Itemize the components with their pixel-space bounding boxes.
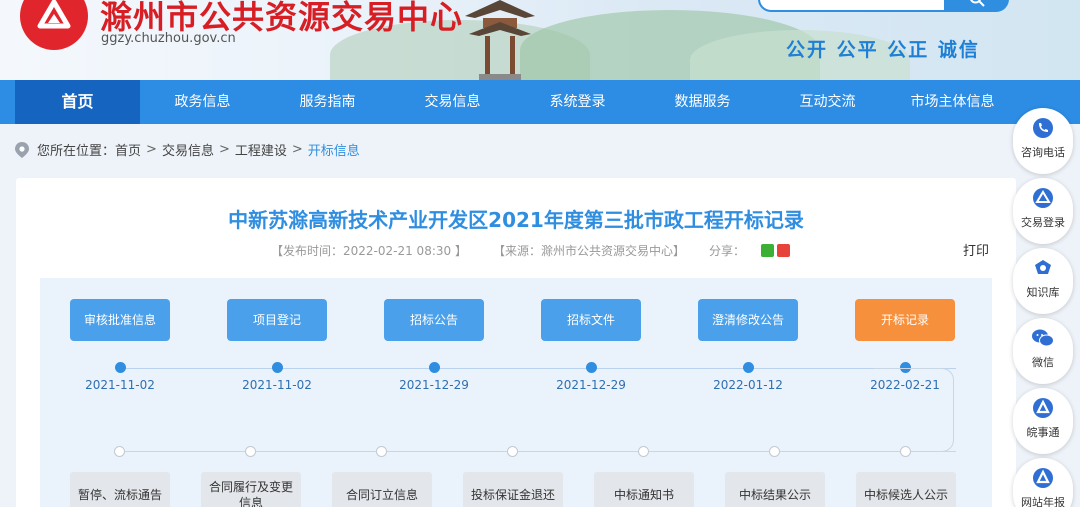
timeline-dot	[743, 362, 754, 373]
site-header: 滁州市公共资源交易中心 ggzy.chuzhou.gov.cn 公开 公平 公正…	[0, 0, 1080, 80]
stage-date: 2022-01-12	[713, 378, 783, 392]
lower-timeline-dot	[376, 446, 387, 457]
print-button[interactable]: 打印	[963, 240, 989, 259]
site-slogan: 公开 公平 公正 诚信	[786, 39, 980, 61]
search-button[interactable]	[945, 0, 1009, 12]
stage-button-contract-signing[interactable]: 合同订立信息	[332, 472, 432, 507]
side-item-label: 咨询电话	[1021, 146, 1065, 159]
lower-timeline-dot	[900, 446, 911, 457]
location-pin-icon	[15, 141, 29, 158]
breadcrumb-link-engineering[interactable]: 工程建设	[235, 140, 287, 159]
article-meta: 【发布时间：2022-02-21 08:30 】 【来源：滁州市公共资源交易中心…	[271, 242, 793, 259]
timeline-dot	[429, 362, 440, 373]
nav-item-system-login[interactable]: 系统登录	[515, 80, 640, 124]
stage-button-candidate-publicity[interactable]: 中标候选人公示	[856, 472, 956, 507]
knowledge-icon	[1031, 256, 1055, 280]
logo-icon	[37, 0, 71, 29]
side-item-wechat[interactable]: 微信	[1013, 318, 1073, 384]
side-item-label: 微信	[1032, 356, 1054, 369]
side-item-annual-report[interactable]: 网站年报	[1013, 458, 1073, 507]
nav-item-data-service[interactable]: 数据服务	[640, 80, 765, 124]
lower-timeline-dot	[507, 446, 518, 457]
lower-timeline-dot	[638, 446, 649, 457]
timeline-connector	[874, 368, 954, 452]
timeline-dot	[115, 362, 126, 373]
process-flow: 审核批准信息 项目登记 招标公告 招标文件 澄清修改公告 开标记录 2021-1…	[40, 278, 992, 507]
side-item-consult-phone[interactable]: 咨询电话	[1013, 108, 1073, 174]
search-input[interactable]	[758, 0, 946, 12]
annual-report-icon	[1031, 466, 1055, 490]
site-logo[interactable]	[20, 0, 88, 50]
site-domain: ggzy.chuzhou.gov.cn	[101, 31, 236, 46]
stage-button-tender-notice[interactable]: 招标公告	[384, 299, 484, 341]
side-item-label: 交易登录	[1021, 216, 1065, 229]
stage-button-award-notice[interactable]: 中标通知书	[594, 472, 694, 507]
stage-button-deposit-refund[interactable]: 投标保证金退还	[463, 472, 563, 507]
lower-timeline-dot	[245, 446, 256, 457]
side-item-label: 网站年报	[1021, 496, 1065, 507]
stage-button-contract-performance[interactable]: 合同履行及变更信息	[201, 472, 301, 507]
logo-icon	[1031, 186, 1055, 210]
stage-button-clarification-notice[interactable]: 澄清修改公告	[698, 299, 798, 341]
stage-button-bid-opening-record[interactable]: 开标记录	[855, 299, 955, 341]
wechat-icon	[1031, 326, 1055, 350]
lower-timeline-dot	[114, 446, 125, 457]
nav-item-government-info[interactable]: 政务信息	[140, 80, 265, 124]
nav-item-home[interactable]: 首页	[15, 80, 140, 124]
breadcrumb-separator: >	[291, 142, 303, 157]
stage-date: 2021-12-29	[399, 378, 469, 392]
wanshitong-icon	[1031, 396, 1055, 420]
stage-date: 2021-12-29	[556, 378, 626, 392]
breadcrumb-link-trade-info[interactable]: 交易信息	[162, 140, 214, 159]
side-item-label: 知识库	[1026, 286, 1060, 299]
timeline-dot	[586, 362, 597, 373]
nav-item-interaction[interactable]: 互动交流	[765, 80, 890, 124]
stage-button-approval-info[interactable]: 审核批准信息	[70, 299, 170, 341]
publish-time: 【发布时间：2022-02-21 08:30 】	[271, 244, 467, 258]
stage-date: 2021-11-02	[85, 378, 155, 392]
side-item-label: 皖事通	[1026, 426, 1060, 439]
breadcrumb-separator: >	[218, 142, 230, 157]
search-icon	[970, 0, 985, 7]
stage-date: 2021-11-02	[242, 378, 312, 392]
timeline-dot	[272, 362, 283, 373]
phone-icon	[1031, 116, 1055, 140]
lower-timeline-dot	[769, 446, 780, 457]
breadcrumb-prefix: 您所在位置：	[37, 144, 116, 159]
timeline-line	[120, 368, 956, 369]
stage-button-suspension-notice[interactable]: 暂停、流标通告	[70, 472, 170, 507]
share-label: 分享：	[708, 244, 745, 258]
article-source: 【来源：滁州市公共资源交易中心】	[492, 244, 685, 258]
side-item-knowledge-base[interactable]: 知识库	[1013, 248, 1073, 314]
content-panel: 中新苏滁高新技术产业开发区2021年度第三批市政工程开标记录 【发布时间：202…	[16, 178, 1016, 507]
weibo-share-icon[interactable]	[776, 244, 790, 257]
stage-button-tender-document[interactable]: 招标文件	[541, 299, 641, 341]
wechat-share-icon[interactable]	[760, 244, 774, 257]
side-item-wanshitong[interactable]: 皖事通	[1013, 388, 1073, 454]
nav-item-trade-info[interactable]: 交易信息	[390, 80, 515, 124]
breadcrumb: 您所在位置： 首页 > 交易信息 > 工程建设 > 开标信息	[15, 140, 360, 159]
pavilion-illustration	[465, 0, 535, 80]
breadcrumb-current[interactable]: 开标信息	[308, 140, 360, 159]
breadcrumb-separator: >	[146, 142, 157, 157]
nav-item-market-entity[interactable]: 市场主体信息	[890, 80, 1015, 124]
nav-item-service-guide[interactable]: 服务指南	[265, 80, 390, 124]
stage-button-award-result[interactable]: 中标结果公示	[725, 472, 825, 507]
breadcrumb-link-home[interactable]: 首页	[115, 140, 141, 159]
main-nav: 首页 政务信息 服务指南 交易信息 系统登录 数据服务 互动交流 市场主体信息	[0, 80, 1080, 124]
stage-button-project-registration[interactable]: 项目登记	[227, 299, 327, 341]
side-item-trade-login[interactable]: 交易登录	[1013, 178, 1073, 244]
article-title: 中新苏滁高新技术产业开发区2021年度第三批市政工程开标记录	[228, 208, 804, 232]
